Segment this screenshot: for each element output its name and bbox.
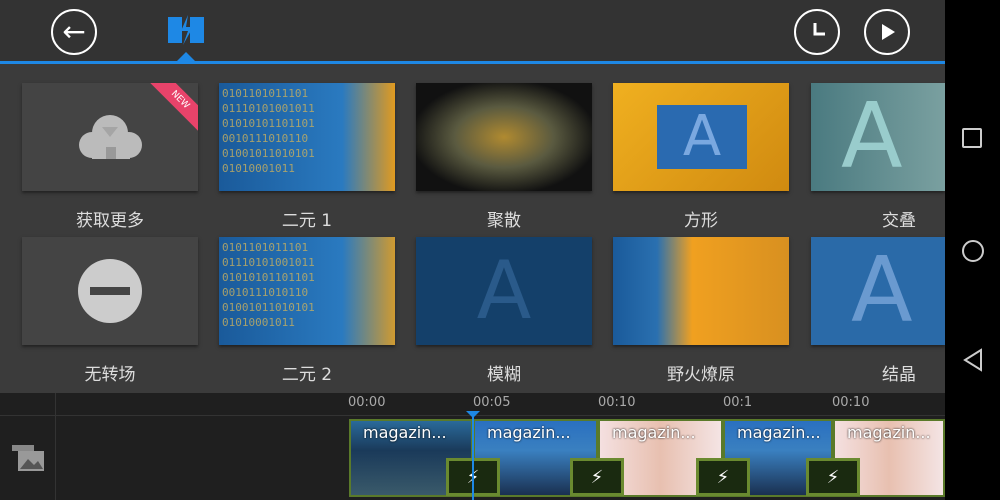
duration-button[interactable] [794, 9, 840, 55]
letter-a-graphic: A [657, 105, 747, 169]
tile-scatter[interactable] [416, 83, 592, 191]
tile-binary-1[interactable]: 0101101011101 01110101001011 0101010110110… [219, 83, 395, 191]
playhead[interactable] [472, 413, 474, 500]
time-tick: 00:05 [473, 395, 511, 410]
time-tick: 00:10 [598, 395, 636, 410]
clip-label: magazin... [737, 423, 821, 442]
tile-overlap[interactable]: A [811, 83, 945, 191]
time-tick: 00:10 [832, 395, 870, 410]
media-track-icon [12, 445, 44, 471]
transition-marker[interactable]: ⚡ [570, 458, 624, 496]
back-arrow-icon: ← [62, 15, 86, 48]
playhead-handle[interactable] [466, 411, 480, 418]
no-entry-icon [78, 259, 142, 323]
tile-label: 二元 2 [281, 365, 333, 385]
tile-get-more[interactable]: NEW [22, 83, 198, 191]
transition-marker[interactable]: ⚡ [696, 458, 750, 496]
tile-crystal[interactable]: A [811, 237, 945, 345]
transition-icon [168, 15, 204, 45]
tile-label: 二元 1 [281, 211, 333, 231]
tab-underline [0, 61, 945, 64]
binary-pattern: 0101101011101 01110101001011 0101010110110… [222, 87, 315, 175]
recents-button[interactable] [962, 128, 982, 148]
clip-label: magazin... [487, 423, 571, 442]
clip-label: magazin... [847, 423, 931, 442]
tile-square[interactable]: A [613, 83, 789, 191]
tile-label: 模糊 [487, 365, 521, 385]
home-button[interactable] [962, 240, 984, 262]
binary-pattern: 0101101011101 01110101001011 0101010110110… [222, 241, 315, 329]
tile-label: 获取更多 [76, 211, 144, 231]
tile-label: 无转场 [84, 365, 136, 385]
tile-label: 方形 [684, 211, 718, 231]
tile-binary-2[interactable]: 0101101011101 01110101001011 0101010110110… [219, 237, 395, 345]
divider [55, 393, 56, 500]
tile-no-transition[interactable] [22, 237, 198, 345]
transition-tab[interactable] [168, 15, 204, 45]
clip-label: magazin... [612, 423, 696, 442]
tile-blur[interactable]: A [416, 237, 592, 345]
timeline[interactable]: 00:00 00:05 00:10 00:1 00:10 magazin... … [0, 393, 945, 500]
tab-indicator [176, 52, 196, 62]
time-tick: 00:1 [723, 395, 753, 410]
time-tick: 00:00 [348, 395, 386, 410]
tile-wildfire[interactable] [613, 237, 789, 345]
back-nav-button[interactable] [961, 348, 985, 372]
top-toolbar: ← [0, 0, 945, 62]
clock-icon [813, 23, 825, 36]
tile-label: 野火燎原 [667, 365, 735, 385]
tile-label: 聚散 [487, 211, 521, 231]
clip-label: magazin... [363, 423, 447, 442]
transition-marker[interactable]: ⚡ [806, 458, 860, 496]
back-button[interactable]: ← [51, 9, 97, 55]
play-button[interactable] [864, 9, 910, 55]
android-nav-bar [945, 0, 1000, 500]
play-icon [882, 24, 895, 40]
